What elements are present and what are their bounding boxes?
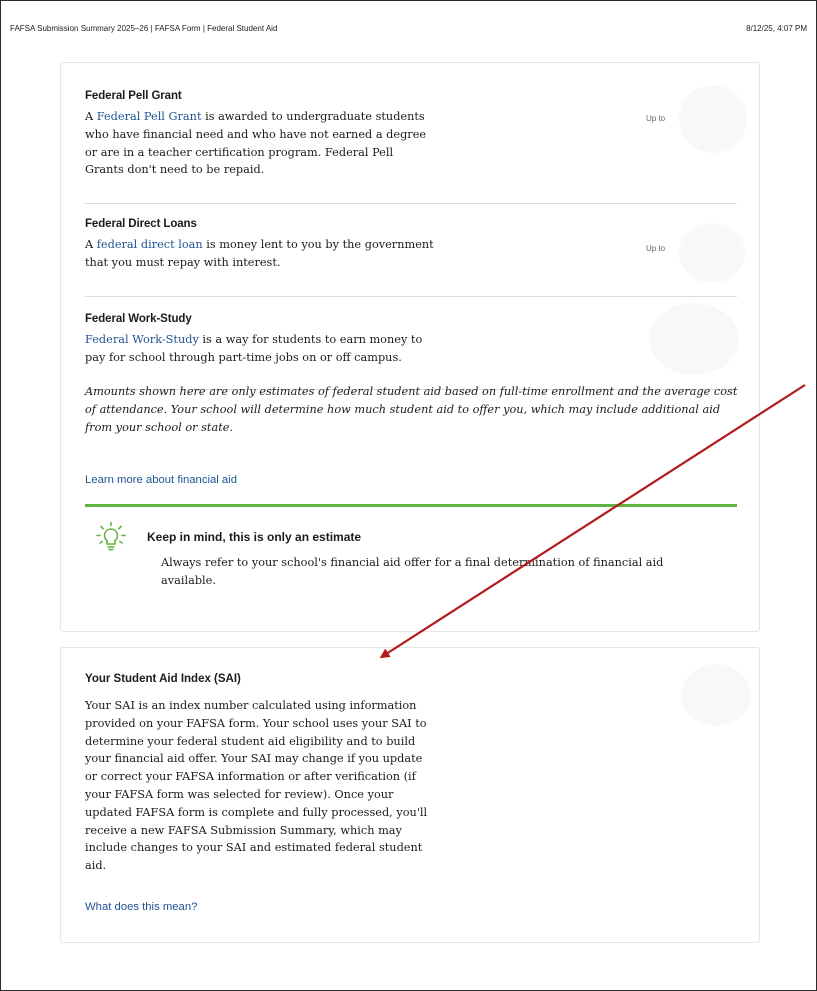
estimated-aid-card: Federal Pell Grant A Federal Pell Grant … <box>60 62 760 632</box>
work-study-section: Federal Work-Study Federal Work-Study is… <box>85 313 737 367</box>
tip-accent-rule <box>85 504 737 507</box>
tip-heading: Keep in mind, this is only an estimate <box>147 530 362 544</box>
print-title: FAFSA Submission Summary 2025–26 | FAFSA… <box>10 24 278 33</box>
what-does-this-mean-link[interactable]: What does this mean? <box>85 901 197 913</box>
work-study-heading: Federal Work-Study <box>85 313 192 325</box>
sai-description: Your SAI is an index number calculated u… <box>85 699 428 873</box>
learn-more-financial-aid-link[interactable]: Learn more about financial aid <box>85 474 237 486</box>
lightbulb-icon <box>96 521 126 551</box>
pell-grant-description: A Federal Pell Grant is awarded to under… <box>85 108 435 179</box>
pell-grant-heading: Federal Pell Grant <box>85 90 182 102</box>
sai-card: Your Student Aid Index (SAI) Your SAI is… <box>60 647 760 943</box>
direct-loan-link[interactable]: federal direct loan <box>97 238 203 251</box>
direct-loans-section: Federal Direct Loans A federal direct lo… <box>85 218 737 272</box>
work-study-link[interactable]: Federal Work-Study <box>85 333 199 346</box>
pell-grant-amount-label: Up to <box>646 114 666 123</box>
direct-loans-amount-label: Up to <box>646 244 666 253</box>
estimate-disclaimer: Amounts shown here are only estimates of… <box>85 385 738 434</box>
direct-loans-amount-redacted <box>679 223 745 283</box>
direct-loans-heading: Federal Direct Loans <box>85 218 197 230</box>
pell-grant-text-prefix: A <box>85 110 97 123</box>
divider <box>85 203 737 204</box>
work-study-description: Federal Work-Study is a way for students… <box>85 331 435 367</box>
direct-loans-description: A federal direct loan is money lent to y… <box>85 236 435 272</box>
tip-body: Always refer to your school's financial … <box>161 556 664 587</box>
direct-loans-text-prefix: A <box>85 238 97 251</box>
sai-value-redacted <box>681 664 751 726</box>
sai-heading: Your Student Aid Index (SAI) <box>85 673 241 685</box>
pell-grant-link[interactable]: Federal Pell Grant <box>97 110 202 123</box>
print-header: FAFSA Submission Summary 2025–26 | FAFSA… <box>0 0 817 62</box>
pell-grant-section: Federal Pell Grant A Federal Pell Grant … <box>85 90 737 179</box>
work-study-amount-redacted <box>649 303 739 375</box>
pell-grant-amount-redacted <box>679 85 747 153</box>
print-date: 8/12/25, 4:07 PM <box>746 24 807 33</box>
divider <box>85 296 737 297</box>
